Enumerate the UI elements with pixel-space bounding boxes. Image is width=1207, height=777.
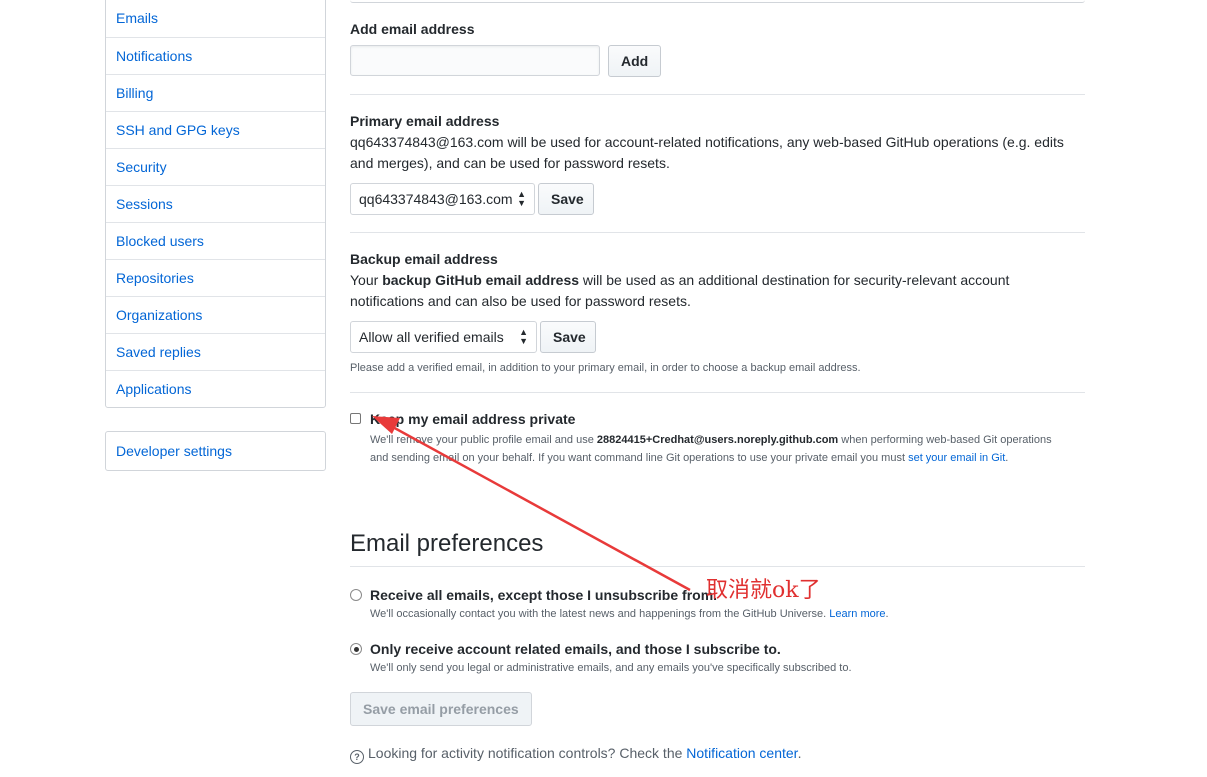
divider xyxy=(350,566,1085,567)
question-icon: ? xyxy=(350,750,364,764)
sidebar-item-applications[interactable]: Applications xyxy=(106,370,325,407)
divider xyxy=(350,232,1085,233)
receive-all-desc: We'll occasionally contact you with the … xyxy=(370,608,830,620)
noreply-email: 28824415+Credhat@users.noreply.github.co… xyxy=(596,434,839,446)
add-email-button[interactable]: Add xyxy=(608,45,661,77)
account-emails-only-description: We'll only send you legal or administrat… xyxy=(370,662,852,674)
primary-email-heading: Primary email address xyxy=(350,113,500,129)
sidebar-item-repositories[interactable]: Repositories xyxy=(106,259,325,296)
private-desc-prefix: We'll remove your public profile email a… xyxy=(370,434,597,446)
primary-email-select-value: qq643374843@163.com xyxy=(359,191,513,207)
primary-email-select[interactable]: qq643374843@163.com ▲ ▼ xyxy=(350,183,535,215)
email-list-box-bottom xyxy=(350,0,1085,3)
notification-center-link[interactable]: Notification center xyxy=(686,745,797,761)
sidebar-item-developer-settings[interactable]: Developer settings xyxy=(106,432,325,470)
annotation-text: 取消就ok了 xyxy=(706,578,821,603)
help-text: Looking for activity notification contro… xyxy=(368,745,687,761)
account-emails-only-radio[interactable] xyxy=(350,643,362,655)
backup-desc-prefix: Your xyxy=(350,272,383,288)
select-arrows-icon: ▲ ▼ xyxy=(517,189,526,208)
keep-email-private-label[interactable]: Keep my email address private xyxy=(370,411,575,427)
add-email-input[interactable] xyxy=(350,45,600,76)
sidebar-item-billing[interactable]: Billing xyxy=(106,74,325,111)
backup-desc-bold: backup GitHub email address xyxy=(382,272,580,288)
select-arrows-icon: ▲ ▼ xyxy=(519,327,528,346)
keep-email-private-description: We'll remove your public profile email a… xyxy=(370,431,1070,467)
sidebar-item-ssh-gpg-keys[interactable]: SSH and GPG keys xyxy=(106,111,325,148)
private-desc-suffix: . xyxy=(1005,452,1009,464)
sidebar-item-blocked-users[interactable]: Blocked users xyxy=(106,222,325,259)
receive-all-emails-label[interactable]: Receive all emails, except those I unsub… xyxy=(370,587,717,603)
backup-email-select-value: Allow all verified emails xyxy=(359,329,504,345)
save-email-preferences-button[interactable]: Save email preferences xyxy=(350,692,532,726)
learn-more-link[interactable]: Learn more xyxy=(829,608,885,620)
sidebar-item-emails[interactable]: Emails xyxy=(106,0,325,37)
account-emails-only-label[interactable]: Only receive account related emails, and… xyxy=(370,641,781,657)
sidebar-item-sessions[interactable]: Sessions xyxy=(106,185,325,222)
learn-more-suffix: . xyxy=(885,608,889,620)
add-email-heading: Add email address xyxy=(350,21,475,37)
set-email-in-git-link[interactable]: set your email in Git xyxy=(908,452,1005,464)
backup-email-heading: Backup email address xyxy=(350,251,498,267)
divider xyxy=(350,392,1085,393)
sidebar-item-organizations[interactable]: Organizations xyxy=(106,296,325,333)
email-preferences-title: Email preferences xyxy=(350,530,544,557)
help-suffix: . xyxy=(797,745,802,761)
divider xyxy=(350,94,1085,95)
sidebar-item-notifications[interactable]: Notifications xyxy=(106,37,325,74)
backup-email-select[interactable]: Allow all verified emails ▲ ▼ xyxy=(350,321,537,353)
sidebar-item-saved-replies[interactable]: Saved replies xyxy=(106,333,325,370)
notification-help-text: ? Looking for activity notification contr… xyxy=(350,745,801,764)
settings-sidebar: Emails Notifications Billing SSH and GPG… xyxy=(105,0,326,408)
primary-email-description: qq643374843@163.com will be used for acc… xyxy=(350,134,1064,171)
receive-all-emails-description: We'll occasionally contact you with the … xyxy=(370,608,889,620)
primary-email-save-button[interactable]: Save xyxy=(538,183,594,215)
backup-email-description: Your backup GitHub email address will be… xyxy=(350,270,1085,312)
developer-settings-menu: Developer settings xyxy=(105,431,326,471)
keep-email-private-checkbox[interactable] xyxy=(350,413,361,424)
backup-email-note: Please add a verified email, in addition… xyxy=(350,362,861,374)
receive-all-emails-radio[interactable] xyxy=(350,589,362,601)
backup-email-save-button[interactable]: Save xyxy=(540,321,596,353)
sidebar-item-security[interactable]: Security xyxy=(106,148,325,185)
